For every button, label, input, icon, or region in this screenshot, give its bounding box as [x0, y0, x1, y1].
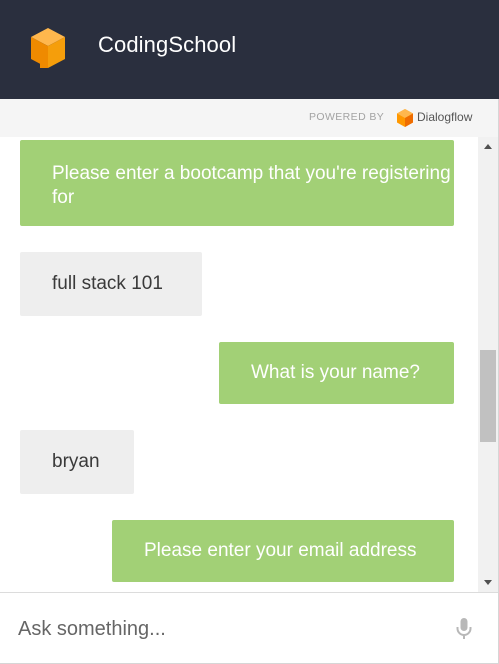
scroll-up-arrow-icon[interactable] — [478, 137, 498, 157]
bot-message: Please enter a bootcamp that you're regi… — [20, 140, 454, 226]
app-title: CodingSchool — [98, 32, 237, 57]
input-bar — [0, 592, 498, 663]
scroll-down-arrow-icon[interactable] — [478, 572, 498, 592]
scrollbar-thumb[interactable] — [480, 350, 496, 442]
user-message: full stack 101 — [20, 252, 202, 316]
dialogflow-logo-icon — [397, 109, 413, 127]
bot-message: What is your name? — [219, 342, 454, 404]
user-message: bryan — [20, 430, 134, 494]
microphone-icon[interactable] — [455, 617, 473, 641]
message-list[interactable]: Please enter a bootcamp that you're regi… — [0, 137, 478, 592]
dialogflow-brand: Dialogflow — [417, 110, 473, 124]
codingschool-cube-logo-icon — [31, 28, 65, 68]
ask-input[interactable] — [18, 611, 418, 647]
message-scrollbar[interactable] — [478, 137, 498, 592]
powered-by-label: POWERED BY — [309, 111, 385, 123]
chat-header: CodingSchool — [0, 0, 499, 99]
powered-by-bar: POWERED BY Dialogflow — [0, 99, 498, 137]
chat-widget: CodingSchool POWERED BY Dialogflow Pleas… — [0, 0, 499, 664]
bot-message: Please enter your email address — [112, 520, 454, 582]
